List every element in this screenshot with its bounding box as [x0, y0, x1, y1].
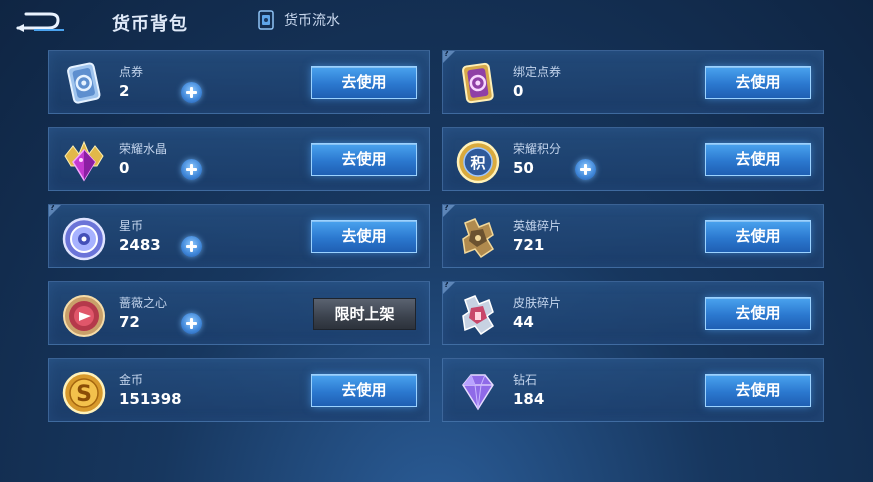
currency-name: 金币 — [119, 373, 144, 387]
use-xingbi-button[interactable]: 去使用 — [311, 220, 417, 253]
diamond-icon — [453, 367, 503, 417]
rose-heart-icon — [59, 290, 109, 340]
currency-name: 荣耀积分 — [513, 142, 562, 156]
currency-name: 蔷薇之心 — [119, 296, 168, 310]
back-button[interactable] — [14, 10, 68, 34]
currency-name: 荣耀水晶 — [119, 142, 168, 156]
honor-points-icon: 积 — [453, 136, 503, 186]
currency-value: 0 — [119, 159, 130, 177]
currency-value: 2 — [119, 82, 130, 100]
currency-value: 184 — [513, 390, 545, 408]
crystal-icon — [59, 136, 109, 186]
hero-shard-icon — [453, 213, 503, 263]
gold-coin-icon: S — [59, 367, 109, 417]
currency-value: 0 — [513, 82, 524, 100]
use-jifen-button[interactable]: 去使用 — [705, 143, 811, 176]
limited-time-button[interactable]: 限时上架 — [313, 298, 416, 330]
use-jinbi-button[interactable]: 去使用 — [311, 374, 417, 407]
bound-ticket-icon — [453, 59, 503, 109]
skin-shard-icon — [453, 290, 503, 340]
add-xingbi-button[interactable] — [181, 236, 202, 257]
currency-card-jinbi: S 金币 151398 去使用 — [48, 358, 430, 422]
use-rongyao-shuijing-button[interactable]: 去使用 — [311, 143, 417, 176]
currency-name: 英雄碎片 — [513, 219, 562, 233]
svg-text:S: S — [76, 382, 92, 407]
back-arrow-icon — [16, 12, 64, 32]
add-jifen-button[interactable] — [575, 159, 596, 180]
currency-name: 点券 — [119, 65, 144, 79]
currency-value: 151398 — [119, 390, 182, 408]
use-yingxiong-button[interactable]: 去使用 — [705, 220, 811, 253]
add-dianquan-button[interactable] — [181, 82, 202, 103]
currency-card-jifen: 积 荣耀积分 50 去使用 — [442, 127, 824, 191]
currency-card-yingxiong: 英雄碎片 721 去使用 — [442, 204, 824, 268]
page-title: 货币背包 — [112, 14, 188, 35]
add-rongyao-shuijing-button[interactable] — [181, 159, 202, 180]
currency-value: 72 — [119, 313, 140, 331]
use-bangding-button[interactable]: 去使用 — [705, 66, 811, 99]
currency-card-xingbi: 星币 2483 去使用 — [48, 204, 430, 268]
currency-card-zuanshi: 钻石 184 去使用 — [442, 358, 824, 422]
currency-name: 钻石 — [513, 373, 538, 387]
currency-value: 50 — [513, 159, 534, 177]
top-bar: 货币背包 货币流水 — [0, 0, 873, 42]
use-dianquan-button[interactable]: 去使用 — [311, 66, 417, 99]
currency-name: 绑定点券 — [513, 65, 562, 79]
currency-card-rongyao-shuijing: 荣耀水晶 0 去使用 — [48, 127, 430, 191]
use-pifu-button[interactable]: 去使用 — [705, 297, 811, 330]
currency-value: 721 — [513, 236, 545, 254]
currency-name: 皮肤碎片 — [513, 296, 562, 310]
currency-card-dianquan: 点券 2 去使用 — [48, 50, 430, 114]
currency-card-pifu: 皮肤碎片 44 去使用 — [442, 281, 824, 345]
ticket-icon — [59, 59, 109, 109]
ledger-icon — [258, 10, 274, 30]
currency-name: 星币 — [119, 219, 144, 233]
currency-flow-label: 货币流水 — [284, 13, 340, 29]
currency-flow-link[interactable]: 货币流水 — [258, 10, 340, 30]
currency-card-bangding: 绑定点券 0 去使用 — [442, 50, 824, 114]
currency-value: 2483 — [119, 236, 161, 254]
use-zuanshi-button[interactable]: 去使用 — [705, 374, 811, 407]
currency-card-qiangwei: 蔷薇之心 72 限时上架 — [48, 281, 430, 345]
star-coin-icon — [59, 213, 109, 263]
add-qiangwei-button[interactable] — [181, 313, 202, 334]
svg-text:积: 积 — [470, 154, 485, 172]
currency-value: 44 — [513, 313, 534, 331]
